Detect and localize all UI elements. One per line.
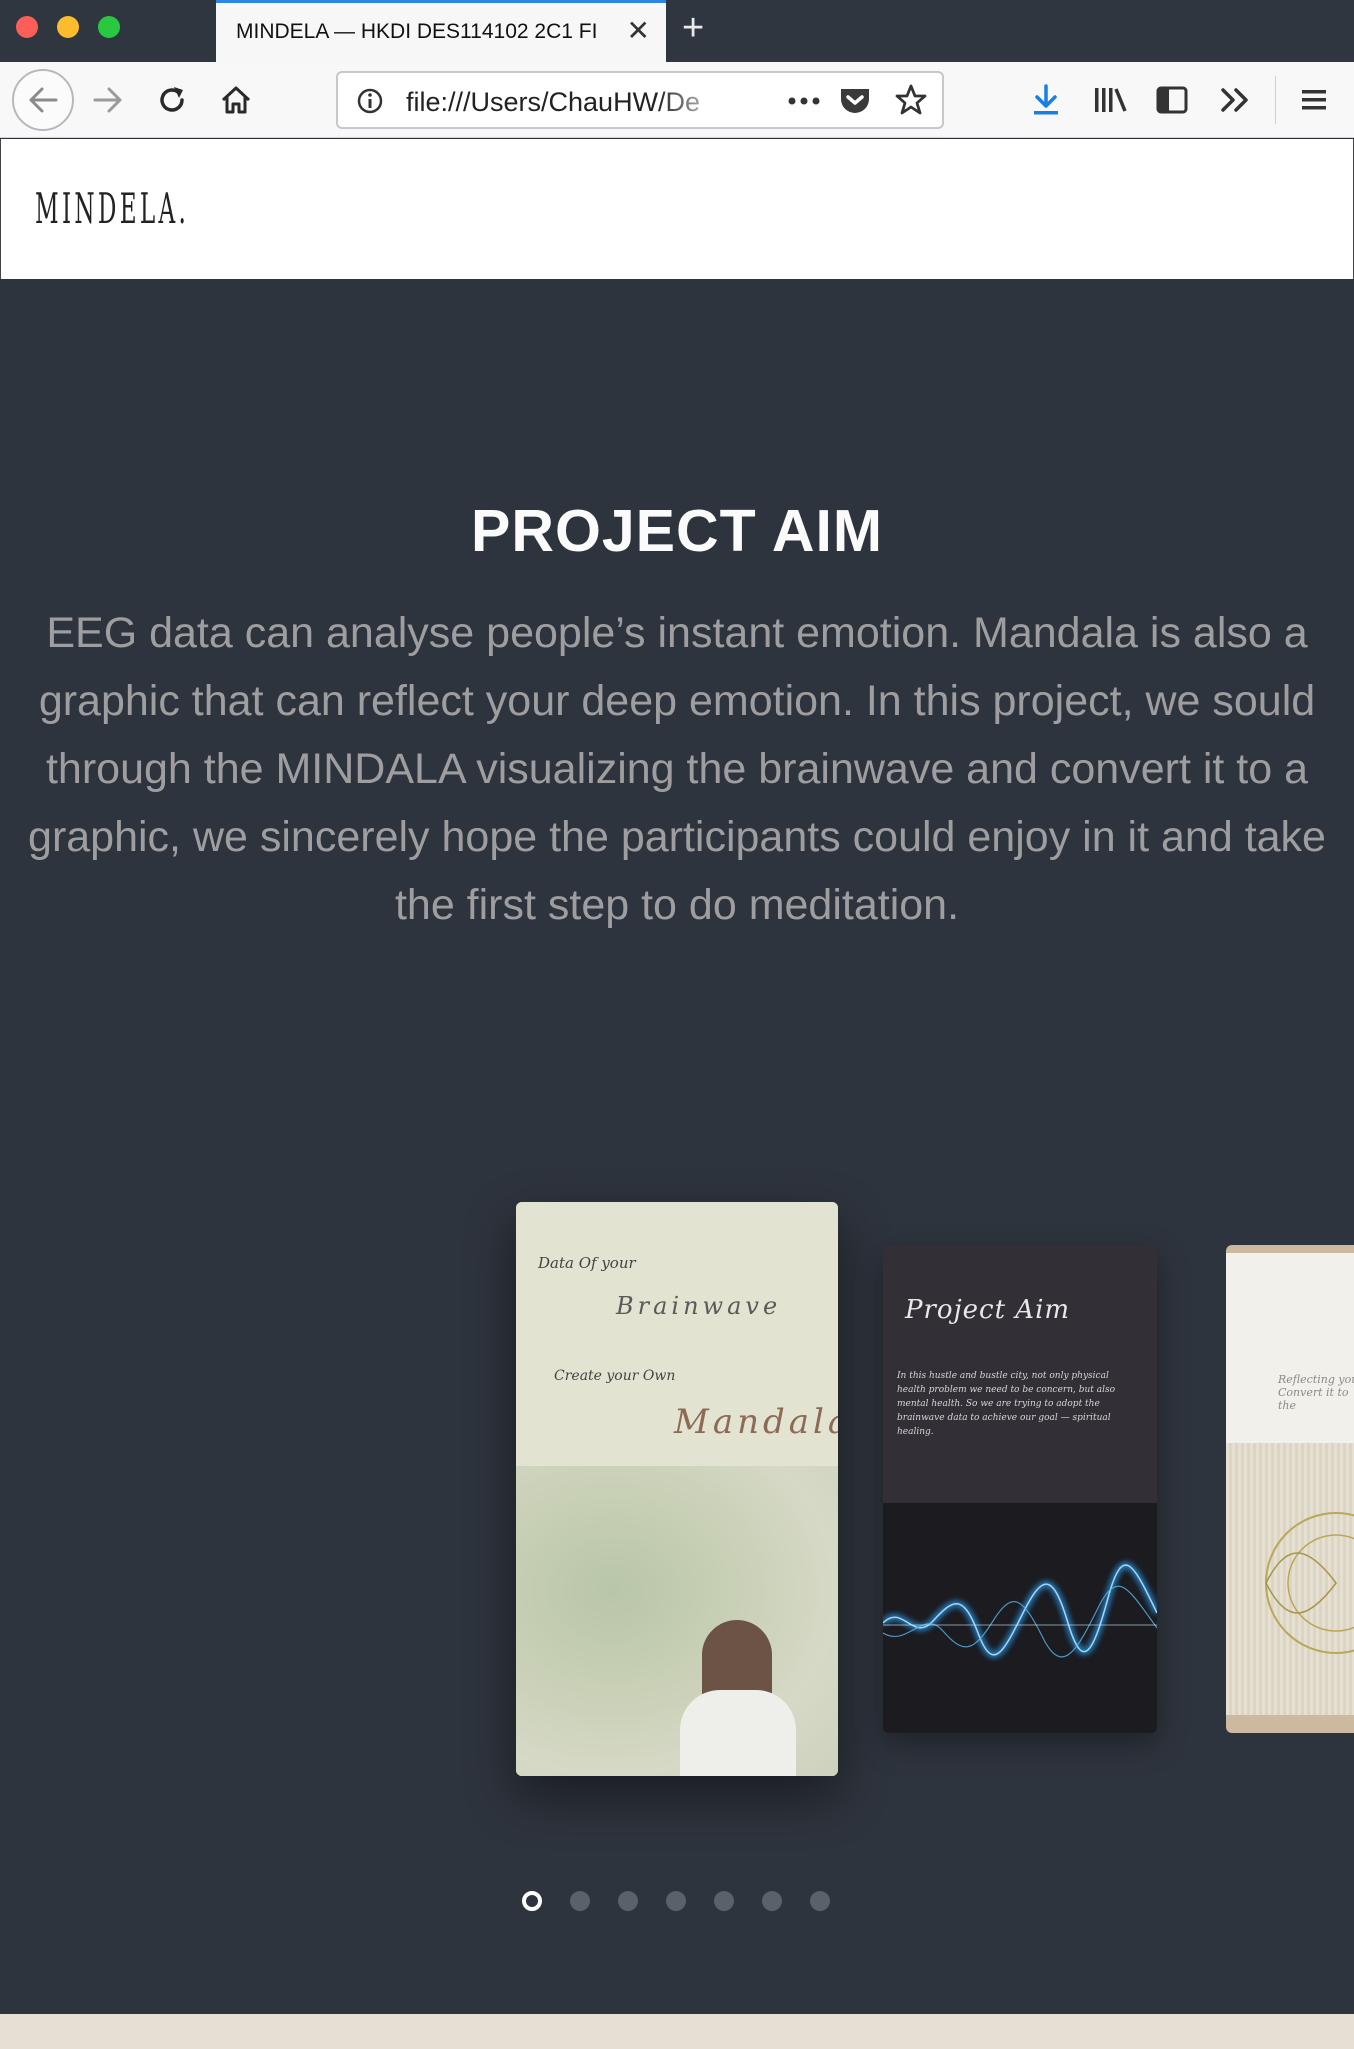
project-aim-description: EEG data can analyse people’s instant em… <box>28 609 1326 929</box>
info-icon[interactable] <box>356 87 384 115</box>
reload-button[interactable] <box>150 62 194 138</box>
bookmark-star-icon[interactable] <box>894 83 928 117</box>
card-brainwave-line1: Data Of your <box>538 1254 636 1272</box>
carousel-card-project-aim[interactable]: Project Aim In this hustle and bustle ci… <box>883 1245 1157 1733</box>
tab-title: MINDELA — HKDI DES114102 2C1 FI <box>236 20 598 43</box>
arrow-right-icon <box>93 87 122 113</box>
carousel-dot[interactable] <box>618 1891 638 1911</box>
card-mandala-text: Reflecting your Convert it to the <box>1278 1373 1354 1412</box>
page-title: PROJECT AIM <box>470 498 883 564</box>
carousel-dot[interactable] <box>522 1891 542 1911</box>
maximize-window-button[interactable] <box>98 16 120 38</box>
carousel-dot[interactable] <box>666 1891 686 1911</box>
home-button[interactable] <box>214 62 258 138</box>
next-section-edge <box>0 2014 1354 2049</box>
project-aim-section: PROJECT AIM EEG data can analyse people’… <box>0 279 1354 2014</box>
downloads-button[interactable] <box>1024 62 1068 138</box>
carousel-dot[interactable] <box>570 1891 590 1911</box>
browser-tab-active[interactable]: MINDELA — HKDI DES114102 2C1 FI ✕ <box>216 0 666 62</box>
browser-navbar: file:///Users/ChauHW/De <box>0 62 1354 138</box>
url-fade <box>658 77 728 123</box>
minimize-window-button[interactable] <box>57 16 79 38</box>
tab-close-icon[interactable]: ✕ <box>627 17 650 45</box>
site-logo[interactable]: MINDELA. <box>35 184 189 233</box>
carousel-card-mandala[interactable]: Reflecting your Convert it to the <box>1226 1245 1354 1733</box>
reload-icon <box>160 87 184 112</box>
back-button[interactable] <box>12 69 74 131</box>
url-bar[interactable]: file:///Users/ChauHW/De <box>336 71 944 129</box>
arrow-left-icon <box>29 87 58 113</box>
person-body <box>680 1690 796 1776</box>
card-mandala-header: Reflecting your Convert it to the <box>1226 1253 1354 1443</box>
brainwave-image <box>883 1503 1157 1733</box>
close-window-button[interactable] <box>16 16 38 38</box>
sidebar-icon <box>1156 86 1188 114</box>
browser-titlebar: MINDELA — HKDI DES114102 2C1 FI ✕ + <box>0 0 1354 62</box>
carousel-dot[interactable] <box>810 1891 830 1911</box>
chevron-double-right-icon <box>1221 88 1248 112</box>
carousel-dot[interactable] <box>714 1891 734 1911</box>
mandala-graphic <box>1265 1512 1354 1654</box>
library-button[interactable] <box>1088 62 1132 138</box>
pocket-icon[interactable] <box>838 84 872 116</box>
home-icon <box>221 86 251 114</box>
mandala-artwork <box>1226 1443 1354 1715</box>
carousel-card-brainwave[interactable]: Data Of your Brainwave Create your Own M… <box>516 1202 838 1776</box>
forward-button[interactable] <box>86 62 130 138</box>
card-project-aim-body: In this hustle and bustle city, not only… <box>897 1371 1116 1437</box>
brainwave-graphic <box>883 1562 1157 1658</box>
card-project-aim-title: Project Aim <box>905 1295 1071 1325</box>
new-tab-button[interactable]: + <box>682 8 704 48</box>
download-icon <box>1034 84 1058 115</box>
card-brainwave-header: Data Of your Brainwave Create your Own M… <box>516 1202 838 1466</box>
hamburger-menu-button[interactable] <box>1292 62 1336 138</box>
site-header: MINDELA. <box>0 139 1354 279</box>
carousel-pagination <box>0 1887 1354 1917</box>
sidebar-button[interactable] <box>1150 62 1194 138</box>
carousel-dot[interactable] <box>762 1891 782 1911</box>
hamburger-icon <box>1302 90 1326 110</box>
overflow-menu-button[interactable] <box>1214 62 1258 138</box>
card-brainwave-line3: Create your Own <box>554 1368 676 1384</box>
card-brainwave-line2: Brainwave <box>616 1292 782 1320</box>
more-actions-icon[interactable] <box>786 91 822 111</box>
card-brainwave-line4: Mandala <box>674 1402 838 1442</box>
toolbar-divider <box>1275 76 1276 124</box>
library-icon <box>1095 88 1127 112</box>
